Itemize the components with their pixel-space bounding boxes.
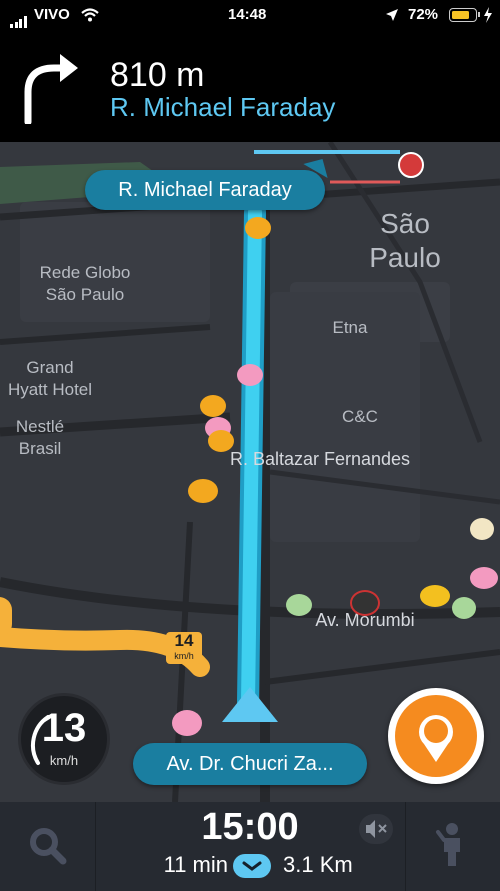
map-label-baltazar: R. Baltazar Fernandes: [229, 449, 411, 469]
turn-distance: 810 m: [110, 56, 205, 94]
search-icon[interactable]: [28, 826, 68, 866]
map-label-city: São Paulo: [369, 208, 441, 273]
turn-right-arrow-icon: [24, 54, 78, 124]
map-label-nestle: Nestlé Brasil: [15, 417, 65, 458]
next-street-callout-label: R. Michael Faraday: [118, 178, 292, 201]
wazer-sun-icon: [208, 430, 234, 452]
eta-duration: 11 min: [163, 852, 228, 877]
wazer-pink-icon: [172, 710, 202, 736]
next-street-callout[interactable]: R. Michael Faraday: [85, 170, 325, 210]
wazer-pink-icon: [237, 364, 263, 386]
eta-time[interactable]: 15:00: [170, 806, 330, 849]
traffic-speed-unit: km/h: [174, 651, 194, 661]
battery-tip: [478, 12, 480, 17]
bottom-bar-divider: [95, 802, 96, 891]
traffic-speed-value: 14: [174, 631, 194, 650]
map-label-grand-hyatt: Grand Hyatt Hotel: [7, 358, 93, 399]
speed-value: 13: [41, 706, 87, 750]
wazer-sun-icon: [200, 395, 226, 417]
speed-unit: km/h: [49, 753, 79, 768]
status-bar: VIVO 14:48 72%: [0, 0, 500, 30]
wazer-cat-icon: [470, 518, 494, 540]
current-street-callout-label: Av. Dr. Chucri Za...: [166, 752, 334, 775]
clock: 14:48: [228, 6, 267, 23]
current-street-callout[interactable]: Av. Dr. Chucri Za...: [133, 743, 367, 785]
map-label-rede-globo: Rede Globo São Paulo: [39, 263, 131, 304]
wazer-green-icon: [286, 594, 312, 616]
map-label-cc: C&C: [342, 407, 378, 426]
charging-bolt-icon: [484, 7, 492, 23]
battery-percent: 72%: [408, 6, 439, 23]
signal-icon: [10, 10, 28, 28]
hazard-report-icon[interactable]: [398, 152, 424, 178]
wazer-sun-icon: [188, 479, 218, 503]
wazer-ninja-icon: [350, 590, 380, 616]
map-label-etna: Etna: [332, 318, 368, 337]
bottom-bar-divider: [405, 802, 406, 891]
battery-icon: [449, 8, 477, 22]
wazer-pink-icon: [470, 567, 498, 589]
wifi-icon: [81, 8, 99, 22]
waze-report-icon: [419, 714, 453, 762]
person-icon[interactable]: [434, 822, 470, 868]
route-chevron-icon[interactable]: [233, 854, 271, 878]
wazer-green-icon: [452, 597, 476, 619]
location-arrow-icon: [386, 9, 398, 21]
wazer-sun-icon: [245, 217, 271, 239]
report-button[interactable]: [388, 688, 484, 784]
mute-icon[interactable]: [359, 814, 393, 844]
wazer-car-icon: [420, 585, 450, 607]
eta-distance: 3.1 Km: [283, 852, 353, 877]
traffic-speed-badge: 14 km/h: [166, 632, 202, 664]
carrier-label: VIVO: [34, 6, 70, 23]
turn-street-name: R. Michael Faraday: [110, 92, 336, 122]
